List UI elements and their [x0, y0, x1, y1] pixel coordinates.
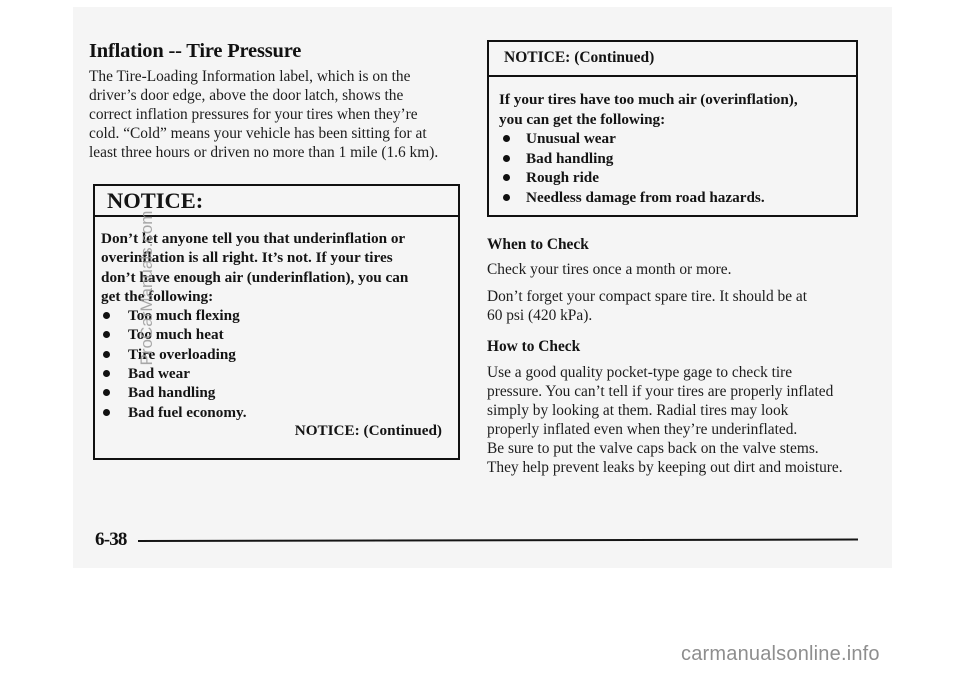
section-heading: Inflation -- Tire Pressure [89, 40, 302, 62]
list-item-text: Needless damage from road hazards. [526, 188, 765, 206]
list-item: Bad handling [499, 149, 846, 169]
when-to-check-paragraph-2: Don’t forget your compact spare tire. It… [487, 287, 862, 325]
paragraph-line: simply by looking at them. Radial tires … [487, 402, 789, 419]
how-to-check-paragraph-2: Be sure to put the valve caps back on th… [487, 439, 862, 477]
paragraph-line: properly inflated even when they’re unde… [487, 421, 798, 438]
notice-box-overinflation: NOTICE: (Continued) If your tires have t… [487, 40, 858, 217]
bullet-icon [103, 408, 110, 416]
notice-continued-label: NOTICE: (Continued) [294, 422, 442, 439]
notice-text-line: If your tires have too much air (overinf… [499, 91, 798, 108]
notice-text-line: you can get the following: [499, 110, 666, 128]
bullet-icon [103, 370, 110, 378]
watermark-vertical: ProCarManuals.com [137, 210, 156, 366]
paragraph-line: Don’t forget your compact spare tire. It… [487, 288, 807, 305]
intro-paragraph: The Tire-Loading Information label, whic… [89, 67, 489, 162]
list-item: Bad fuel economy. [101, 403, 448, 422]
notice-title: NOTICE: (Continued) [504, 49, 655, 66]
paragraph-line: Be sure to put the valve caps back on th… [487, 440, 819, 457]
bullet-icon [103, 389, 110, 397]
intro-line: driver’s door edge, above the door latch… [89, 87, 404, 104]
bullet-icon [103, 312, 110, 320]
list-item-text: Rough ride [526, 169, 599, 186]
bullet-icon [103, 331, 110, 339]
bullet-icon [503, 154, 510, 162]
intro-line: least three hours or driven no more than… [89, 144, 439, 161]
notice-header: NOTICE: (Continued) [489, 42, 856, 77]
list-item-text: Bad handling [526, 149, 614, 167]
list-item-text: Bad handling [128, 384, 216, 402]
bullet-icon [503, 193, 510, 201]
paragraph-line: They help prevent leaks by keeping out d… [487, 459, 843, 476]
watermark-bottom: carmanualsonline.info [681, 643, 880, 665]
list-item: Bad handling [101, 383, 448, 402]
intro-line: cold. “Cold” means your vehicle has been… [89, 125, 427, 142]
how-to-check-heading: How to Check [487, 338, 581, 355]
overinflation-effects-list: Unusual wear Bad handling Rough ride Nee… [499, 129, 846, 207]
list-item: Rough ride [499, 168, 846, 188]
how-to-check-paragraph-1: Use a good quality pocket-type gage to c… [487, 363, 862, 439]
bullet-icon [503, 135, 510, 142]
list-item: Needless damage from road hazards. [499, 188, 846, 208]
bullet-icon [103, 350, 110, 358]
when-to-check-paragraph-1: Check your tires once a month or more. [487, 261, 732, 278]
paragraph-line: 60 psi (420 kPa). [487, 307, 593, 324]
paragraph-line: pressure. You can’t tell if your tires a… [487, 383, 834, 400]
list-item-text: Unusual wear [526, 130, 616, 147]
list-item-text: Bad fuel economy. [128, 403, 247, 421]
notice-body: If your tires have too much air (overinf… [489, 90, 856, 207]
list-item: Unusual wear [499, 129, 846, 149]
when-to-check-heading: When to Check [487, 236, 589, 253]
intro-line: correct inflation pressures for your tir… [89, 106, 418, 123]
intro-line: The Tire-Loading Information label, whic… [89, 68, 411, 85]
paragraph-line: Use a good quality pocket-type gage to c… [487, 364, 793, 381]
bullet-icon [503, 174, 510, 181]
page-number: 6-38 [95, 529, 127, 550]
